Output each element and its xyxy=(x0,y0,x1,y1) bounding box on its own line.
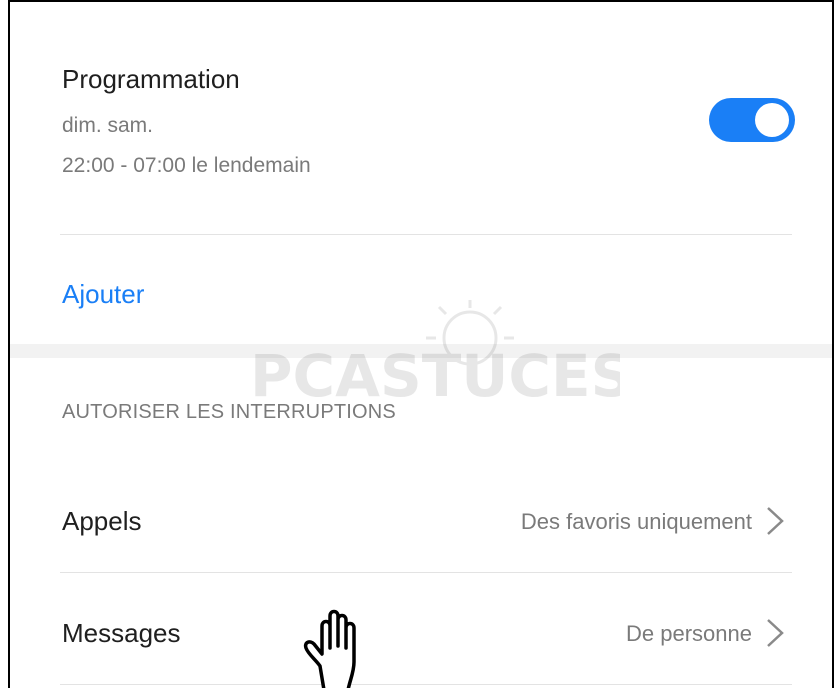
chevron-right-icon xyxy=(767,507,784,535)
schedule-days: dim. sam. xyxy=(62,114,154,137)
interruptions-header: AUTORISER LES INTERRUPTIONS xyxy=(62,401,396,423)
schedule-title: Programmation xyxy=(62,64,240,94)
watermark-text: PCASTUCES xyxy=(250,342,620,408)
pcastuces-logo: PCASTUCES xyxy=(250,300,620,408)
hand-pointer-icon xyxy=(303,609,356,688)
schedule-time: 22:00 - 07:00 le lendemain xyxy=(62,154,311,177)
settings-panel: Programmation dim. sam. 22:00 - 07:00 le… xyxy=(8,0,834,688)
messages-row[interactable]: Messages De personne xyxy=(10,586,832,676)
add-schedule-button[interactable]: Ajouter xyxy=(62,279,144,310)
calls-label: Appels xyxy=(62,506,142,536)
calls-value: Des favoris uniquement xyxy=(520,509,752,534)
calls-row[interactable]: Appels Des favoris uniquement xyxy=(10,474,832,564)
divider xyxy=(60,684,792,685)
divider xyxy=(60,234,792,235)
chevron-right-icon xyxy=(767,619,784,647)
messages-label: Messages xyxy=(62,618,181,648)
toggle-knob xyxy=(755,103,789,137)
divider xyxy=(60,572,792,573)
messages-value: De personne xyxy=(626,621,752,646)
schedule-toggle[interactable] xyxy=(709,98,795,142)
